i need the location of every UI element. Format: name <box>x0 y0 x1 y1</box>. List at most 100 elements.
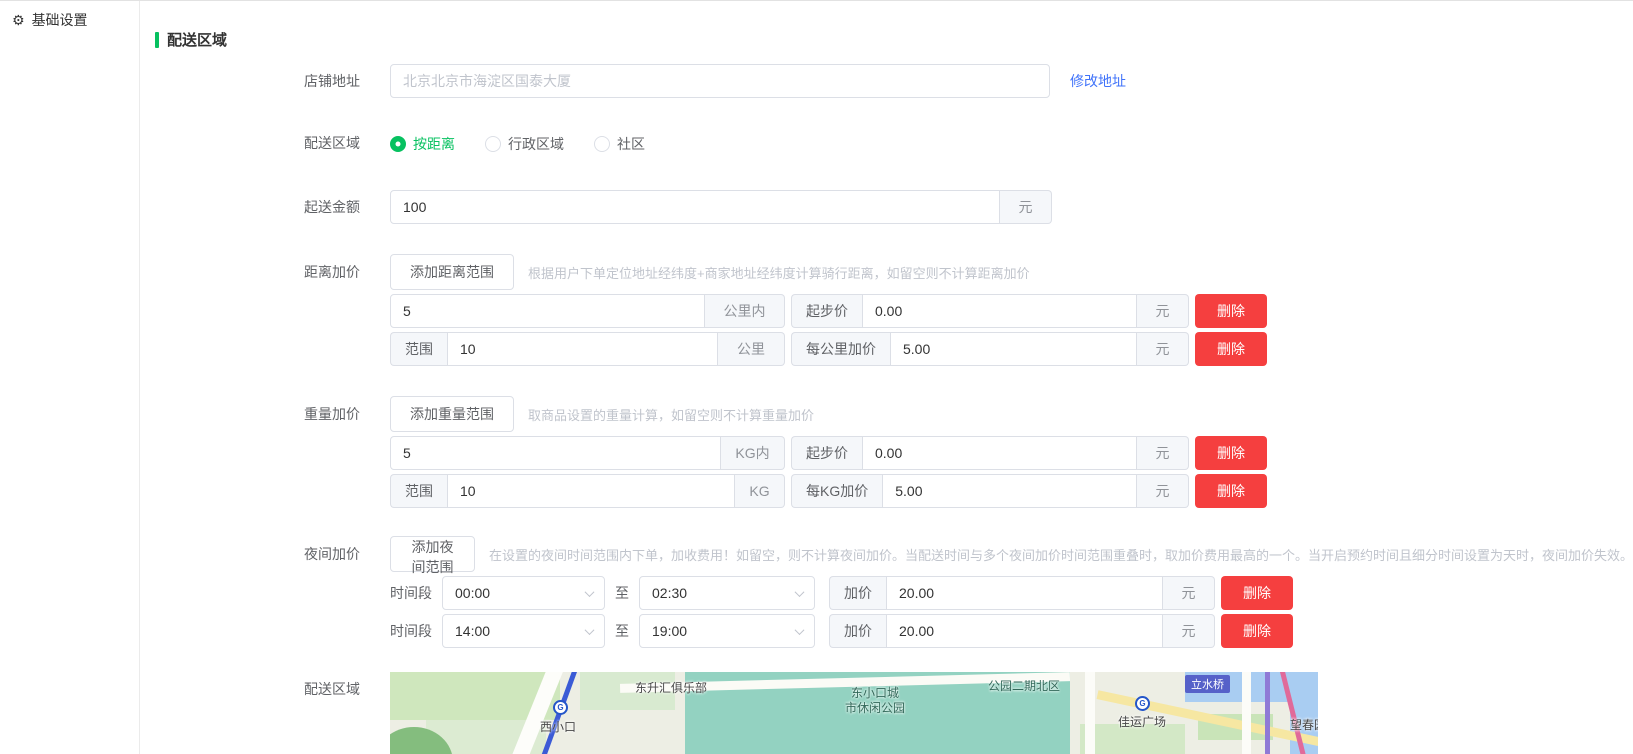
add-night-range-button[interactable]: 添加夜间范围 <box>390 536 475 572</box>
yuan-unit-suffix: 元 <box>1137 474 1189 508</box>
add-distance-range-button[interactable]: 添加距离范围 <box>390 254 514 290</box>
night-start-value: 14:00 <box>455 623 490 639</box>
store-address-row: 店铺地址 修改地址 <box>155 64 1633 98</box>
gear-icon: ⚙ <box>12 13 25 27</box>
distance-base-limit-input[interactable] <box>390 294 705 328</box>
distance-fee-block: 添加距离范围 根据用户下单定位地址经纬度+商家地址经纬度计算骑行距离，如留空则不… <box>390 254 1267 370</box>
chevron-down-icon <box>585 587 595 597</box>
base-price-prefix: 起步价 <box>791 294 862 328</box>
chevron-down-icon <box>795 625 805 635</box>
distance-range-row: 范围 公里 每公里加价 元 删除 <box>390 332 1267 366</box>
night-end-select[interactable]: 19:00 <box>639 614 815 648</box>
night-end-value: 19:00 <box>652 623 687 639</box>
distance-per-km-fee-input[interactable] <box>890 332 1137 366</box>
radio-admin-region[interactable]: 行政区域 <box>485 134 564 154</box>
map-place-label: 公园二期北区 <box>988 677 1060 694</box>
base-price-prefix: 起步价 <box>791 436 862 470</box>
chevron-down-icon <box>795 587 805 597</box>
night-period-row: 时间段 00:00 至 02:30 加价 元 删除 <box>390 576 1633 610</box>
night-period-row: 时间段 14:00 至 19:00 加价 元 删除 <box>390 614 1633 648</box>
weight-range-row: 范围 KG 每KG加价 元 删除 <box>390 474 1267 508</box>
min-order-row: 起送金额 元 <box>155 190 1633 224</box>
map-place-label: 佳运广场 <box>1118 713 1166 730</box>
weight-fee-block: 添加重量范围 取商品设置的重量计算，如留空则不计算重量加价 KG内 起步价 元 … <box>390 396 1267 512</box>
kg-within-suffix: KG内 <box>721 436 785 470</box>
weight-base-limit-input[interactable] <box>390 436 721 470</box>
km-suffix: 公里 <box>718 332 785 366</box>
map-park-label-line2: 市休闲公园 <box>828 701 922 716</box>
night-fee-block: 添加夜间范围 在设置的夜间时间范围内下单，加收费用！如留空，则不计算夜间加价。当… <box>390 536 1633 652</box>
delivery-map-row: 配送区域 <box>155 672 1633 754</box>
night-start-value: 00:00 <box>455 585 490 601</box>
store-address-input[interactable] <box>390 64 1050 98</box>
radio-by-distance[interactable]: 按距离 <box>390 134 455 154</box>
weight-fee-row: 重量加价 添加重量范围 取商品设置的重量计算，如留空则不计算重量加价 KG内 起… <box>155 396 1633 512</box>
to-label: 至 <box>615 576 629 610</box>
metro-station-icon: G <box>553 700 568 715</box>
min-order-group: 元 <box>390 190 1052 224</box>
radio-label: 按距离 <box>413 134 455 154</box>
night-start-select[interactable]: 14:00 <box>442 614 605 648</box>
yuan-unit-suffix: 元 <box>1137 332 1189 366</box>
night-fee-input[interactable] <box>886 576 1163 610</box>
page-title: 配送区域 <box>167 29 227 50</box>
distance-range-limit-input[interactable] <box>447 332 718 366</box>
per-km-fee-prefix: 每公里加价 <box>791 332 890 366</box>
km-within-suffix: 公里内 <box>705 294 785 328</box>
map-place-label: 望春园 <box>1290 716 1318 733</box>
night-end-value: 02:30 <box>652 585 687 601</box>
sidebar: ⚙ 基础设置 <box>0 1 140 754</box>
distance-fee-hint: 根据用户下单定位地址经纬度+商家地址经纬度计算骑行距离，如留空则不计算距离加价 <box>528 263 1030 282</box>
main-content: 配送区域 店铺地址 修改地址 配送区域 按距离 行政区域 社区 <box>140 1 1633 754</box>
delivery-settings-page: ⚙ 基础设置 配送区域 店铺地址 修改地址 配送区域 按距离 行政区域 <box>0 0 1633 754</box>
delete-weight-range-button[interactable]: 删除 <box>1195 474 1267 508</box>
store-address-label: 店铺地址 <box>155 64 360 98</box>
yuan-unit-suffix: 元 <box>1163 576 1215 610</box>
weight-fee-label: 重量加价 <box>155 396 360 432</box>
period-label: 时间段 <box>390 614 432 648</box>
delete-distance-range-button[interactable]: 删除 <box>1195 332 1267 366</box>
weight-range-limit-input[interactable] <box>447 474 735 508</box>
chevron-down-icon <box>585 625 595 635</box>
surcharge-prefix: 加价 <box>829 576 886 610</box>
radio-unchecked-icon <box>485 136 501 152</box>
delete-night-row-button[interactable]: 删除 <box>1221 576 1293 610</box>
min-order-input[interactable] <box>390 190 1000 224</box>
radio-checked-icon <box>390 136 406 152</box>
delete-weight-base-button[interactable]: 删除 <box>1195 436 1267 470</box>
to-label: 至 <box>615 614 629 648</box>
surcharge-prefix: 加价 <box>829 614 886 648</box>
kg-suffix: KG <box>735 474 785 508</box>
range-prefix: 范围 <box>390 474 447 508</box>
night-start-select[interactable]: 00:00 <box>442 576 605 610</box>
per-kg-fee-prefix: 每KG加价 <box>791 474 882 508</box>
yuan-unit-suffix: 元 <box>1137 294 1189 328</box>
night-fee-row: 夜间加价 添加夜间范围 在设置的夜间时间范围内下单，加收费用！如留空，则不计算夜… <box>155 536 1633 652</box>
night-end-select[interactable]: 02:30 <box>639 576 815 610</box>
edit-address-link[interactable]: 修改地址 <box>1070 64 1126 98</box>
weight-base-row: KG内 起步价 元 删除 <box>390 436 1267 470</box>
add-weight-range-button[interactable]: 添加重量范围 <box>390 396 514 432</box>
weight-per-kg-fee-input[interactable] <box>882 474 1137 508</box>
min-order-label: 起送金额 <box>155 190 360 224</box>
distance-base-fee-input[interactable] <box>862 294 1137 328</box>
area-type-row: 配送区域 按距离 行政区域 社区 <box>155 134 1633 154</box>
delivery-area-map[interactable]: G G 东升汇俱乐部 西小口 东小口城 市休闲公园 公园二期北区 佳运广场 立水… <box>390 672 1318 754</box>
radio-label: 行政区域 <box>508 134 564 154</box>
map-place-label: 东升汇俱乐部 <box>635 679 707 696</box>
section-accent-bar <box>155 32 159 48</box>
radio-community[interactable]: 社区 <box>594 134 645 154</box>
night-fee-input[interactable] <box>886 614 1163 648</box>
delete-distance-base-button[interactable]: 删除 <box>1195 294 1267 328</box>
weight-base-fee-input[interactable] <box>862 436 1137 470</box>
map-road <box>1242 672 1251 754</box>
sidebar-item-basic-settings[interactable]: ⚙ 基础设置 <box>0 1 139 39</box>
map-metro-line <box>1265 672 1270 754</box>
yuan-unit-suffix: 元 <box>1137 436 1189 470</box>
map-road <box>1085 672 1095 754</box>
range-prefix: 范围 <box>390 332 447 366</box>
yuan-unit-suffix: 元 <box>1163 614 1215 648</box>
section-header: 配送区域 <box>155 29 1633 50</box>
delete-night-row-button[interactable]: 删除 <box>1221 614 1293 648</box>
sidebar-item-label: 基础设置 <box>32 10 88 30</box>
